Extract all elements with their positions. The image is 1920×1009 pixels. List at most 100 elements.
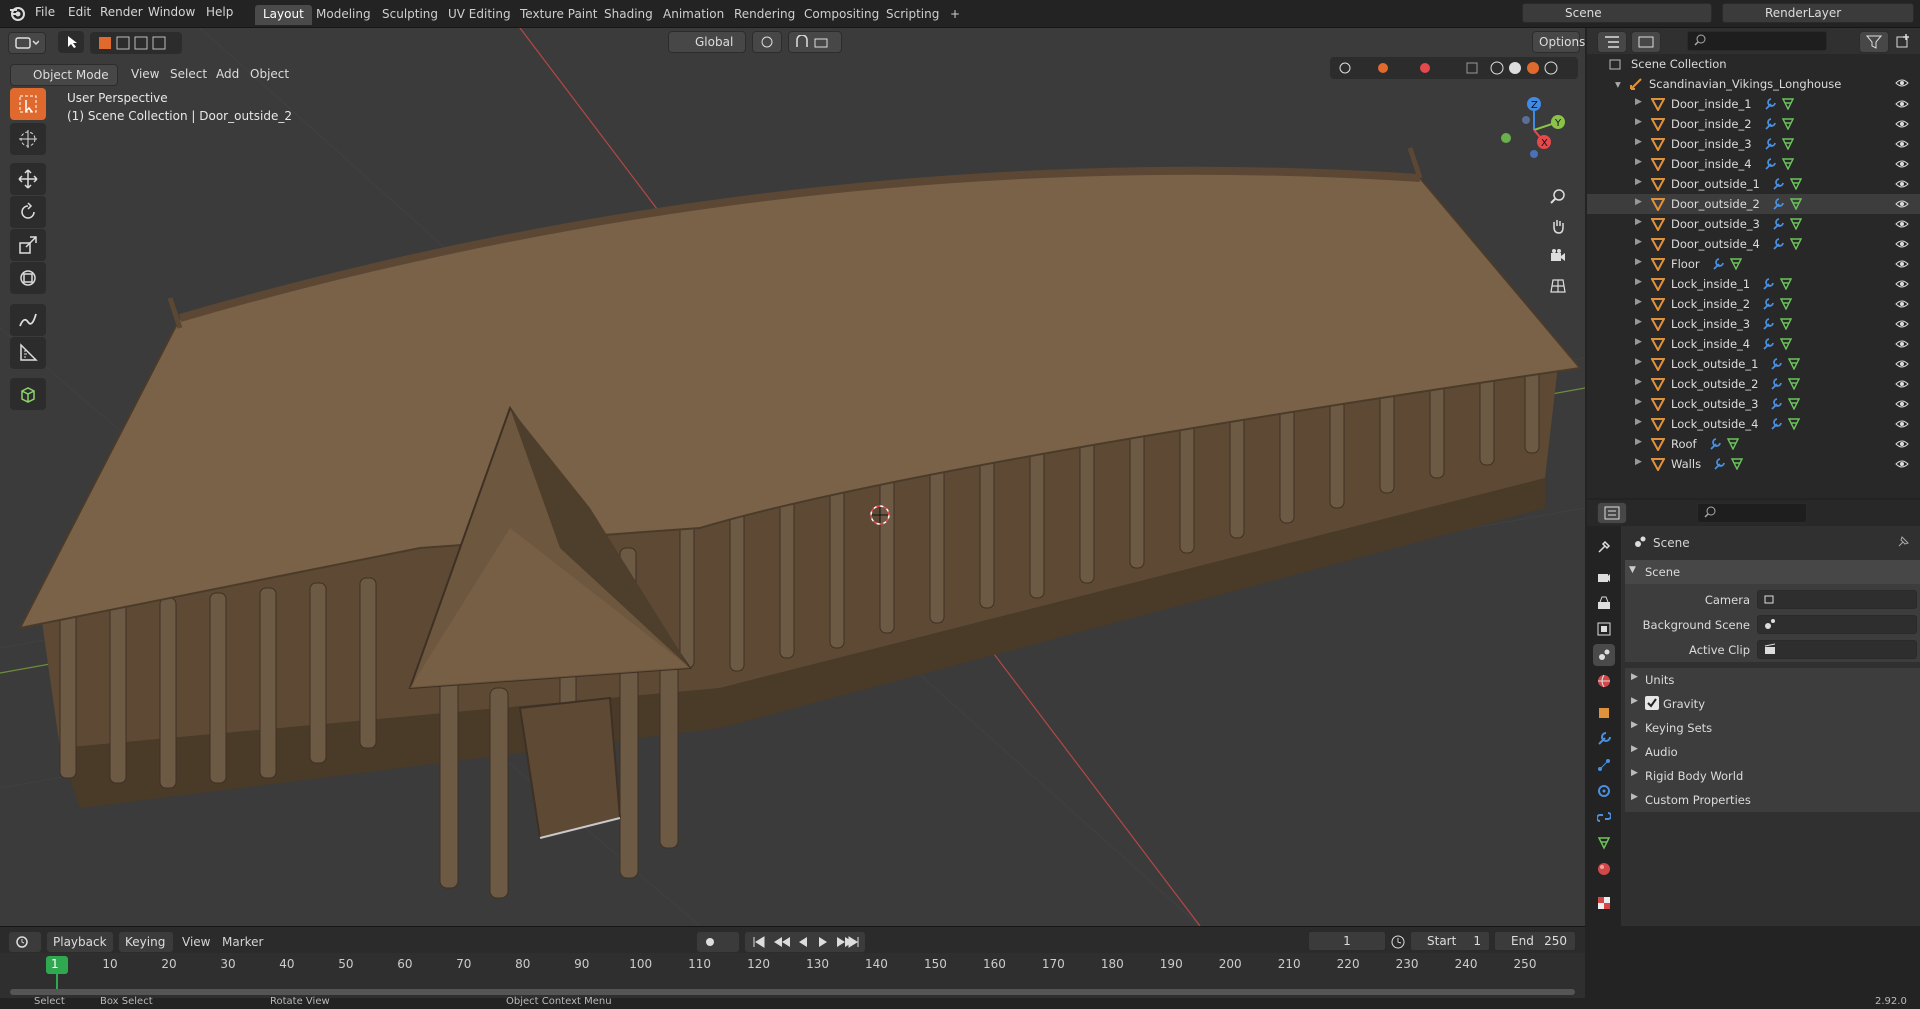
expand-arrow-icon[interactable]: ▶ bbox=[1635, 257, 1642, 267]
tool-rotate[interactable] bbox=[10, 196, 46, 228]
background-scene-field[interactable] bbox=[1757, 615, 1917, 634]
visibility-eye-icon[interactable] bbox=[1895, 118, 1909, 130]
expand-arrow-icon[interactable]: ▶ bbox=[1635, 197, 1642, 207]
expand-arrow-icon[interactable]: ▶ bbox=[1635, 337, 1642, 347]
mesh-data-icon[interactable] bbox=[1726, 438, 1739, 450]
modifier-wrench-icon[interactable] bbox=[1772, 178, 1784, 190]
camera-view-icon[interactable] bbox=[1545, 243, 1571, 269]
outliner-item[interactable]: ▶ Lock_inside_1 bbox=[1587, 274, 1920, 294]
playback-menu[interactable]: Playback bbox=[46, 931, 114, 953]
scene-panel-header[interactable]: ▼ Scene bbox=[1625, 560, 1920, 584]
snap-button[interactable] bbox=[788, 31, 842, 53]
tab-texture-paint[interactable]: Texture Paint bbox=[512, 5, 605, 25]
mesh-data-icon[interactable] bbox=[1788, 418, 1801, 430]
units-panel-header[interactable]: ▶ Units bbox=[1625, 668, 1920, 692]
expand-arrow-icon[interactable]: ▶ bbox=[1635, 97, 1642, 107]
material-tab-icon[interactable] bbox=[1593, 858, 1615, 880]
modifier-wrench-icon[interactable] bbox=[1764, 118, 1776, 130]
3d-viewport[interactable]: Object Mode View Select Add Object Globa… bbox=[0, 28, 1585, 926]
modifier-wrench-icon[interactable] bbox=[1713, 458, 1725, 470]
keying-menu[interactable]: Keying bbox=[118, 931, 174, 953]
outliner-item[interactable]: ▶ Lock_outside_2 bbox=[1587, 374, 1920, 394]
modifier-wrench-icon[interactable] bbox=[1762, 338, 1774, 350]
tab-scripting[interactable]: Scripting bbox=[878, 5, 947, 25]
playback-controls[interactable] bbox=[744, 931, 866, 953]
visibility-eye-icon[interactable] bbox=[1895, 258, 1909, 270]
outliner-item[interactable]: ▶ Door_inside_1 bbox=[1587, 94, 1920, 114]
expand-arrow-icon[interactable]: ▶ bbox=[1635, 437, 1642, 447]
visibility-eye-icon[interactable] bbox=[1895, 418, 1909, 430]
mesh-data-icon[interactable] bbox=[1780, 318, 1793, 330]
gravity-checkbox[interactable] bbox=[1645, 696, 1659, 710]
menu-help[interactable]: Help bbox=[206, 5, 233, 19]
visibility-eye-icon[interactable] bbox=[1895, 238, 1909, 250]
modifier-wrench-icon[interactable] bbox=[1764, 138, 1776, 150]
visibility-eye-icon[interactable] bbox=[1895, 338, 1909, 350]
outliner-search-input[interactable] bbox=[1687, 31, 1827, 51]
tab-compositing[interactable]: Compositing bbox=[796, 5, 887, 25]
output-tab-icon[interactable] bbox=[1593, 592, 1615, 614]
mesh-data-icon[interactable] bbox=[1780, 338, 1793, 350]
start-frame-field[interactable]: Start 1 bbox=[1410, 931, 1490, 951]
modifier-wrench-icon[interactable] bbox=[1762, 278, 1774, 290]
render-layer-selector[interactable]: RenderLayer bbox=[1722, 3, 1914, 23]
viewport-shading-controls[interactable] bbox=[1330, 57, 1578, 79]
mesh-data-icon[interactable] bbox=[1788, 398, 1801, 410]
physics-tab-icon[interactable] bbox=[1593, 780, 1615, 802]
expand-arrow-icon[interactable]: ▶ bbox=[1635, 157, 1642, 167]
expand-arrow-icon[interactable]: ▶ bbox=[1635, 457, 1642, 467]
visibility-eye-icon[interactable] bbox=[1895, 398, 1909, 410]
pan-hand-icon[interactable] bbox=[1545, 213, 1571, 239]
tab-sculpting[interactable]: Sculpting bbox=[374, 5, 446, 25]
tool-cursor[interactable] bbox=[10, 123, 46, 155]
modifier-tab-icon[interactable] bbox=[1593, 728, 1615, 750]
pin-icon[interactable] bbox=[1897, 536, 1909, 548]
object-tab-icon[interactable] bbox=[1593, 702, 1615, 724]
pivot-point-button[interactable] bbox=[752, 31, 782, 53]
mesh-data-icon[interactable] bbox=[1780, 298, 1793, 310]
texture-tab-icon[interactable] bbox=[1593, 892, 1615, 914]
outliner-item[interactable]: ▶ Lock_outside_1 bbox=[1587, 354, 1920, 374]
visibility-eye-icon[interactable] bbox=[1895, 178, 1909, 190]
visibility-eye-icon[interactable] bbox=[1895, 198, 1909, 210]
modifier-wrench-icon[interactable] bbox=[1772, 198, 1784, 210]
modifier-wrench-icon[interactable] bbox=[1712, 258, 1724, 270]
tab-layout[interactable]: Layout bbox=[255, 5, 312, 25]
expand-arrow-icon[interactable]: ▶ bbox=[1635, 177, 1642, 187]
outliner-item[interactable]: ▶ Door_inside_4 bbox=[1587, 154, 1920, 174]
visibility-eye-icon[interactable] bbox=[1895, 98, 1909, 110]
editor-type-button[interactable] bbox=[8, 32, 46, 54]
particles-tab-icon[interactable] bbox=[1593, 754, 1615, 776]
mesh-data-icon[interactable] bbox=[1789, 238, 1802, 250]
filter-icon[interactable] bbox=[1859, 31, 1889, 53]
menu-file[interactable]: File bbox=[35, 5, 55, 19]
modifier-wrench-icon[interactable] bbox=[1772, 238, 1784, 250]
expand-arrow-icon[interactable]: ▶ bbox=[1635, 377, 1642, 387]
visibility-eye-icon[interactable] bbox=[1895, 438, 1909, 450]
mesh-data-icon[interactable] bbox=[1788, 378, 1801, 390]
end-frame-field[interactable]: End 250 bbox=[1494, 931, 1576, 951]
keying-sets-panel-header[interactable]: ▶ Keying Sets bbox=[1625, 716, 1920, 740]
timeline-scrollbar[interactable] bbox=[10, 989, 1575, 995]
collection-row[interactable]: ▾ Scandinavian_Vikings_Longhouse bbox=[1587, 74, 1920, 94]
expand-arrow-icon[interactable]: ▶ bbox=[1635, 217, 1642, 227]
add-workspace-button[interactable]: + bbox=[942, 5, 968, 25]
mesh-data-icon[interactable] bbox=[1781, 138, 1794, 150]
visibility-eye-icon[interactable] bbox=[1895, 318, 1909, 330]
viewport-menu-add[interactable]: Add bbox=[216, 67, 239, 81]
modifier-wrench-icon[interactable] bbox=[1770, 398, 1783, 410]
mesh-data-icon[interactable] bbox=[1729, 258, 1742, 270]
outliner-item[interactable]: ▶ Lock_inside_2 bbox=[1587, 294, 1920, 314]
visibility-eye-icon[interactable] bbox=[1895, 378, 1909, 390]
scene-tab-icon[interactable] bbox=[1593, 644, 1615, 666]
rigid-body-world-panel-header[interactable]: ▶ Rigid Body World bbox=[1625, 764, 1920, 788]
tab-animation[interactable]: Animation bbox=[655, 5, 732, 25]
zoom-icon[interactable] bbox=[1545, 183, 1571, 209]
tool-select-box[interactable] bbox=[10, 88, 46, 120]
expand-arrow-icon[interactable]: ▶ bbox=[1635, 117, 1642, 127]
tool-measure[interactable] bbox=[10, 337, 46, 369]
outliner-item[interactable]: ▶ Floor bbox=[1587, 254, 1920, 274]
camera-field[interactable] bbox=[1757, 590, 1917, 609]
selection-mode-buttons[interactable] bbox=[90, 32, 182, 54]
outliner-editor-type-button[interactable] bbox=[1597, 31, 1627, 53]
